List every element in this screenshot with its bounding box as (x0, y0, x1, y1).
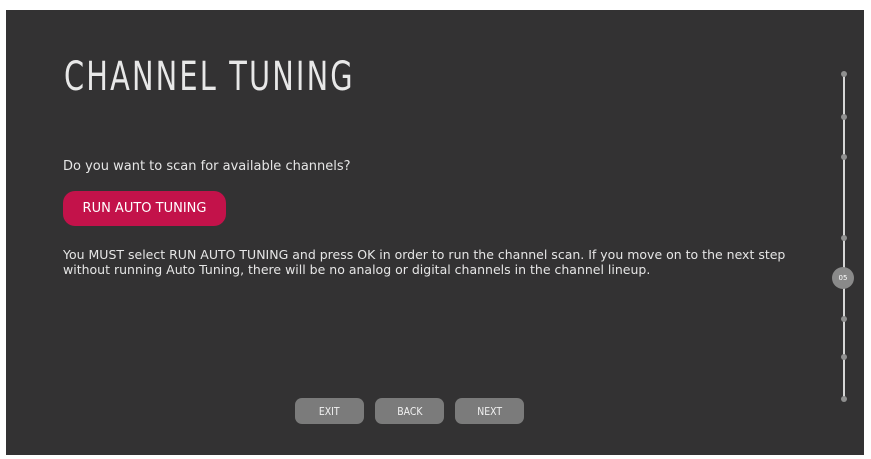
scan-question: Do you want to scan for available channe… (63, 159, 351, 174)
step-marker (841, 154, 847, 160)
step-marker (841, 235, 847, 241)
step-marker (841, 114, 847, 120)
exit-button[interactable]: EXIT (295, 398, 364, 424)
step-marker (841, 354, 847, 360)
next-label: NEXT (477, 404, 502, 418)
current-step-indicator: 05 (832, 267, 854, 289)
back-button[interactable]: BACK (375, 398, 444, 424)
exit-label: EXIT (319, 404, 340, 418)
run-auto-tuning-button[interactable]: RUN AUTO TUNING (63, 191, 226, 226)
step-marker (841, 316, 847, 322)
setup-screen: CHANNEL TUNING Do you want to scan for a… (6, 10, 864, 455)
step-marker (841, 396, 847, 402)
next-button[interactable]: NEXT (455, 398, 524, 424)
back-label: BACK (396, 404, 423, 418)
step-marker (841, 71, 847, 77)
page-title: CHANNEL TUNING (64, 54, 355, 100)
run-auto-tuning-label: RUN AUTO TUNING (82, 201, 207, 216)
current-step-label: 05 (838, 274, 848, 282)
tuning-warning-text: You MUST select RUN AUTO TUNING and pres… (63, 247, 786, 277)
